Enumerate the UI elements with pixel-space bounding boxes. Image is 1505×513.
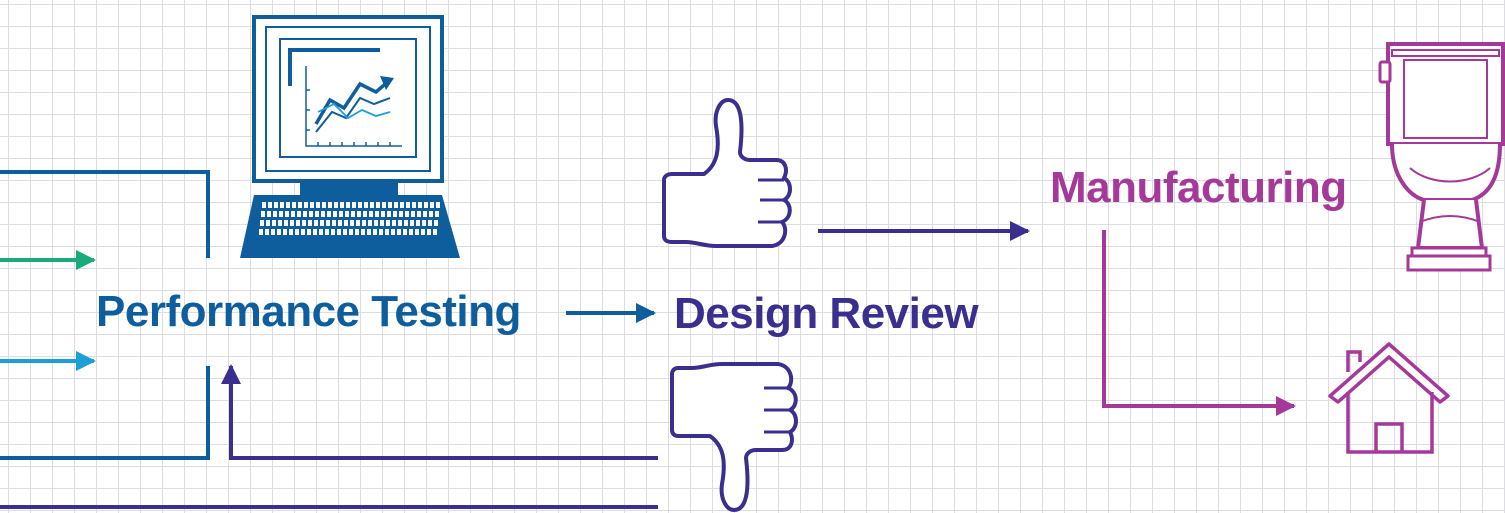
arrow-manufacturing-to-house — [1102, 230, 1296, 416]
stage-label-manufacturing: Manufacturing — [1050, 163, 1347, 212]
upper-bracket-line — [0, 170, 210, 258]
stage-label-design-review: Design Review — [674, 289, 979, 338]
thumbs-down-icon — [670, 362, 798, 512]
stage-label-performance-testing: Performance Testing — [96, 287, 521, 336]
process-diagram — [0, 15, 1505, 512]
computer-monitor-chart-icon — [240, 15, 460, 258]
toilet-icon — [1378, 42, 1505, 272]
thumbs-up-icon — [662, 98, 792, 248]
arrow-rejected-back-to-testing — [221, 364, 658, 460]
house-icon — [1328, 342, 1450, 454]
lower-bracket-line — [0, 366, 210, 460]
